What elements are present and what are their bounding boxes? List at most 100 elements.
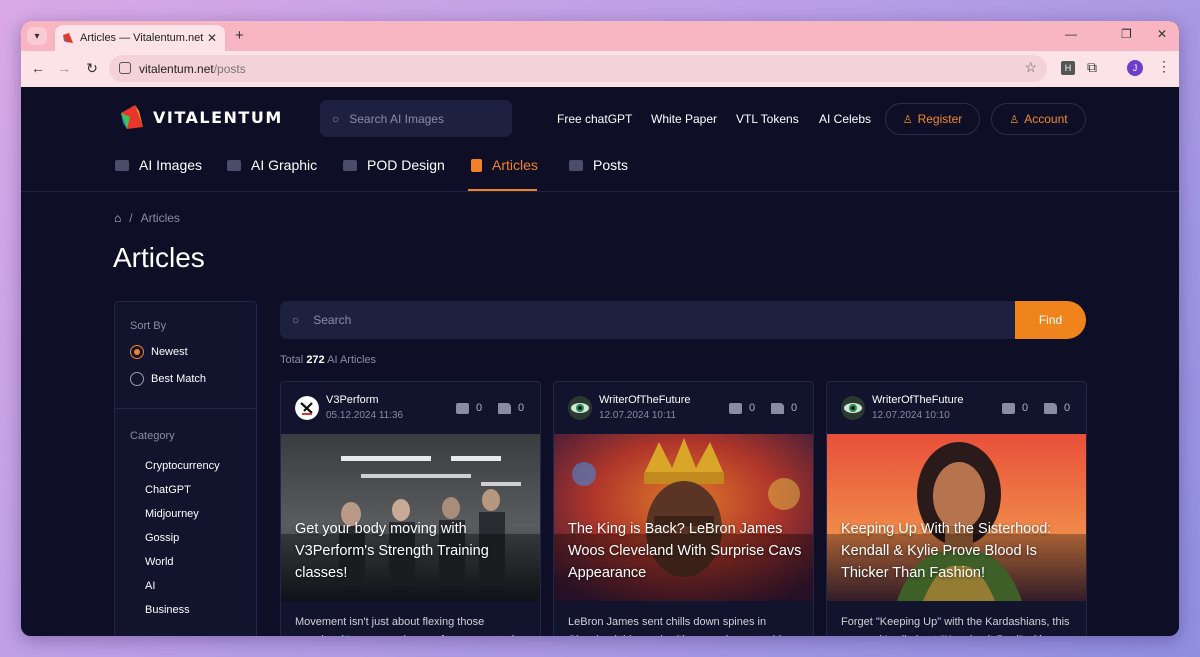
sort-best-match-radio[interactable]: Best Match [130, 372, 206, 386]
card-header: WriterOfTheFuture 12.07.2024 10:10 0 0 [827, 382, 1086, 434]
like-number: 0 [791, 402, 798, 414]
article-card[interactable]: V3Perform 05.12.2024 11:36 0 0 Get your … [280, 381, 541, 636]
breadcrumb-separator: / [129, 211, 133, 225]
user-icon: ♙ [1009, 113, 1020, 126]
sort-by-label: Sort By [130, 320, 167, 332]
comment-icon [456, 402, 469, 414]
tab-ai-graphic[interactable]: AI Graphic [227, 157, 317, 173]
address-bar[interactable]: vitalentum.net/posts ☆ [109, 55, 1047, 82]
tab-label: POD Design [367, 157, 445, 173]
nav-link-white-paper[interactable]: White Paper [651, 112, 717, 126]
home-icon[interactable]: ⌂ [114, 211, 121, 225]
category-gossip[interactable]: Gossip [145, 532, 179, 544]
url-path: /posts [213, 61, 246, 76]
image-icon [343, 159, 357, 171]
thumbs-up-icon [498, 402, 511, 414]
extensions-puzzle-icon[interactable]: ⧉ [1087, 59, 1097, 76]
page-title: Articles [113, 242, 205, 273]
tab-label: Articles [492, 157, 538, 173]
sort-newest-radio[interactable]: Newest [130, 345, 188, 359]
article-search-input[interactable]: ○ Search [280, 301, 1017, 339]
extension-h-icon[interactable]: H [1061, 61, 1075, 75]
article-title[interactable]: The King is Back? LeBron James Woos Clev… [568, 518, 803, 584]
account-button[interactable]: ♙ Account [991, 103, 1086, 135]
radio-label: Best Match [151, 373, 207, 385]
comment-count: 0 [729, 402, 755, 414]
chart-icon [569, 159, 583, 171]
tab-pod-design[interactable]: POD Design [343, 157, 445, 173]
comment-number: 0 [1022, 402, 1029, 414]
close-window-icon[interactable]: ✕ [1157, 27, 1167, 41]
document-icon [471, 158, 482, 172]
image-icon [115, 159, 129, 171]
category-cryptocurrency[interactable]: Cryptocurrency [145, 460, 220, 472]
back-icon[interactable]: ← [29, 60, 47, 76]
like-number: 0 [1064, 402, 1071, 414]
bookmark-star-icon[interactable]: ☆ [1024, 59, 1037, 76]
tab-close-icon[interactable]: ✕ [207, 31, 217, 45]
like-count[interactable]: 0 [1044, 402, 1070, 414]
image-search-placeholder: Search AI Images [349, 111, 444, 126]
image-icon [227, 159, 241, 171]
category-world[interactable]: World [145, 556, 174, 568]
url-host: vitalentum.net [139, 61, 214, 76]
category-business[interactable]: Business [145, 604, 190, 616]
minimize-icon[interactable]: — [1065, 27, 1077, 41]
comment-number: 0 [476, 402, 483, 414]
tab-posts[interactable]: Posts [569, 157, 628, 173]
site-info-icon[interactable] [119, 62, 131, 74]
article-search-placeholder: Search [313, 313, 352, 327]
tab-label: Posts [593, 157, 629, 173]
image-search-input[interactable]: ○ Search AI Images [320, 100, 512, 137]
article-excerpt: LeBron James sent chills down spines in … [568, 616, 788, 636]
author-name[interactable]: WriterOfTheFuture [872, 394, 964, 406]
browser-menu-icon[interactable]: ⋮ [1157, 58, 1171, 75]
register-button[interactable]: ♙ Register [885, 103, 980, 135]
author-avatar[interactable] [568, 396, 592, 420]
new-tab-icon[interactable]: + [235, 27, 244, 44]
category-label: Category [130, 430, 175, 442]
page: VITALENTUM ○ Search AI Images Free chatG… [21, 87, 1179, 636]
forward-icon[interactable]: → [55, 60, 73, 76]
comment-count: 0 [1002, 402, 1028, 414]
nav-link-free-chatgpt[interactable]: Free chatGPT [557, 112, 632, 126]
tab-search-button[interactable]: ▾ [27, 27, 47, 45]
category-chatgpt[interactable]: ChatGPT [145, 484, 191, 496]
vitalentum-logo-icon [121, 105, 143, 129]
author-avatar[interactable] [841, 396, 865, 420]
author-name[interactable]: V3Perform [326, 394, 379, 406]
nav-link-ai-celebs[interactable]: AI Celebs [819, 112, 871, 126]
post-date: 12.07.2024 10:11 [599, 410, 677, 421]
radio-label: Newest [151, 346, 188, 358]
like-count[interactable]: 0 [771, 402, 797, 414]
tab-articles[interactable]: Articles [471, 157, 538, 173]
profile-avatar[interactable]: J [1127, 60, 1143, 76]
tab-title: Articles — Vitalentum.net [80, 32, 204, 44]
browser-tab[interactable]: Articles — Vitalentum.net ✕ [55, 25, 225, 51]
article-card[interactable]: WriterOfTheFuture 12.07.2024 10:11 0 0 T… [553, 381, 814, 636]
category-ai[interactable]: AI [145, 580, 155, 592]
find-button[interactable]: Find [1015, 301, 1086, 339]
tab-ai-images[interactable]: AI Images [115, 157, 202, 173]
like-count[interactable]: 0 [498, 402, 524, 414]
tab-label: AI Images [139, 157, 203, 173]
article-title[interactable]: Keeping Up With the Sisterhood: Kendall … [841, 518, 1076, 584]
author-avatar[interactable] [295, 396, 319, 420]
site-logo[interactable]: VITALENTUM [121, 105, 283, 129]
comment-icon [1002, 402, 1015, 414]
article-card[interactable]: WriterOfTheFuture 12.07.2024 10:10 0 0 K… [826, 381, 1087, 636]
author-name[interactable]: WriterOfTheFuture [599, 394, 691, 406]
article-excerpt: Movement isn't just about flexing those … [295, 616, 514, 636]
nav-link-vtl-tokens[interactable]: VTL Tokens [736, 112, 799, 126]
reload-icon[interactable]: ↻ [83, 60, 101, 77]
search-icon: ○ [332, 111, 340, 126]
search-icon: ○ [292, 313, 300, 327]
browser-toolbar: ← → ↻ vitalentum.net/posts ☆ H ⧉ J ⋮ [21, 51, 1179, 87]
account-label: Account [1024, 112, 1068, 126]
restore-icon[interactable]: ❐ [1121, 27, 1132, 41]
category-midjourney[interactable]: Midjourney [145, 508, 199, 520]
article-title[interactable]: Get your body moving with V3Perform's St… [295, 518, 530, 584]
browser-window: ▾ Articles — Vitalentum.net ✕ + — ❐ ✕ ← … [21, 21, 1179, 636]
article-excerpt: Forget "Keeping Up" with the Kardashians… [841, 616, 1070, 636]
total-number: 272 [306, 354, 325, 366]
